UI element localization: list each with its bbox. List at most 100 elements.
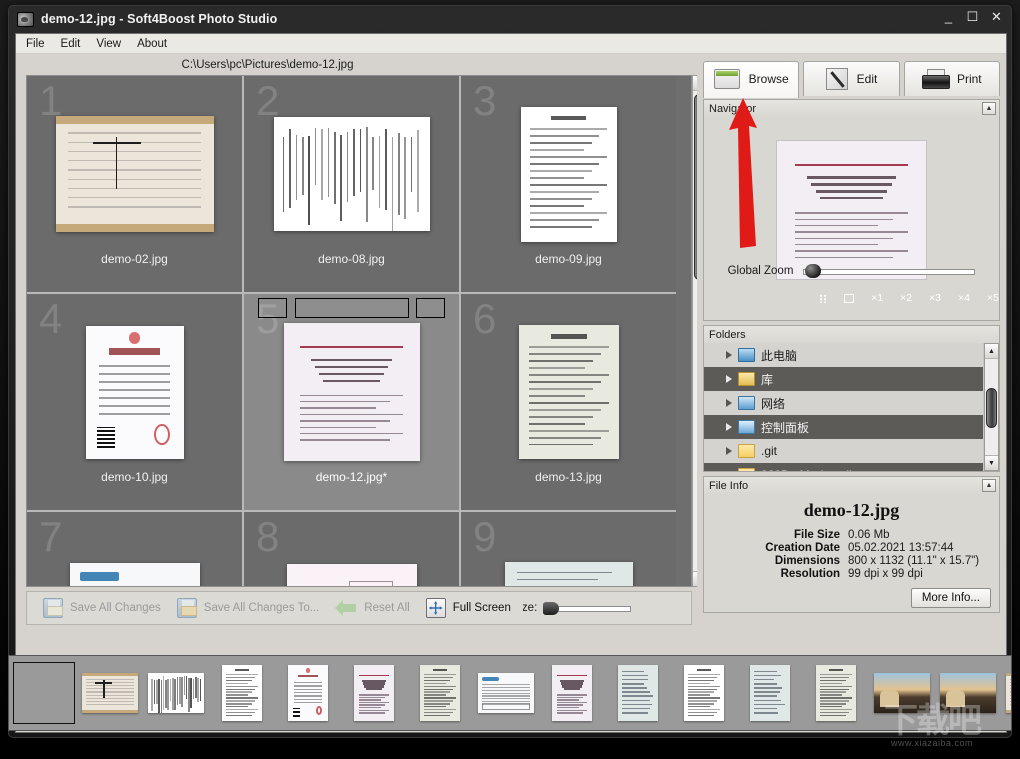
thumbnail-cell[interactable]: 7demo-14.jpg [27,512,242,587]
thumbnail-preview[interactable] [86,326,184,459]
filmstrip-thumbnail[interactable] [82,673,138,713]
tab-print[interactable]: Print [904,61,1000,96]
filmstrip[interactable] [8,655,1012,731]
filmstrip-thumbnail[interactable] [478,673,534,713]
filmstrip-thumbnail[interactable] [552,665,592,721]
navigator-collapse-icon[interactable]: ▲ [982,102,996,115]
thumbnail-preview[interactable] [274,117,430,231]
filmstrip-item[interactable] [211,662,273,724]
thumbnail-preview[interactable] [505,562,633,587]
zoom-x3-button[interactable]: ×3 [929,292,941,304]
filmstrip-item[interactable] [475,662,537,724]
thumbnail-cell[interactable]: 3 demo-09.jpg [461,76,676,292]
filmstrip-item[interactable] [871,662,933,724]
file-info-collapse-icon[interactable]: ▲ [982,479,996,492]
expand-arrow-icon[interactable] [726,351,732,359]
save-all-changes-button[interactable]: Save All Changes [35,594,169,622]
filmstrip-item[interactable] [673,662,735,724]
thumbnail-cell[interactable]: 8demo-15.jpg [244,512,459,587]
maximize-button[interactable]: ☐ [966,10,979,23]
thumbnail-preview[interactable] [70,563,200,588]
global-zoom-slider[interactable] [803,264,975,278]
filmstrip-thumbnail[interactable] [750,665,790,721]
minimize-button[interactable]: _ [942,10,955,23]
filmstrip-item[interactable] [409,662,471,724]
expand-arrow-icon[interactable] [726,447,732,455]
filmstrip-thumbnail[interactable] [618,665,658,721]
folder-tree-row[interactable]: 此电脑 [704,343,983,367]
folders-scroll-up-icon[interactable]: ▲ [985,344,998,359]
folders-scrollbar-thumb[interactable] [986,388,997,428]
filmstrip-thumbnail[interactable] [874,673,930,713]
reset-all-button[interactable]: Reset All [327,594,417,622]
folder-tree-row[interactable]: 库 [704,367,983,391]
folder-tree-row[interactable]: 控制面板 [704,415,983,439]
save-all-changes-to-button[interactable]: Save All Changes To... [169,594,328,622]
thumbnail-cell[interactable]: 1 demo-02.jpg [27,76,242,292]
zoom-x5-button[interactable]: ×5 [987,292,999,304]
navigator-preview[interactable] [776,140,927,280]
filmstrip-item[interactable] [13,662,75,724]
filmstrip-item[interactable] [739,662,801,724]
folder-tree-row[interactable]: .git [704,439,983,463]
fit-icon[interactable] [844,294,854,303]
thumbnail-preview[interactable] [56,116,214,232]
expand-arrow-icon[interactable] [726,375,732,383]
filmstrip-thumbnail[interactable] [1006,673,1012,713]
thumbnail-preview[interactable] [284,323,420,461]
folders-scroll-down-icon[interactable]: ▼ [985,455,998,470]
zoom-slider-knob[interactable] [805,264,821,278]
filmstrip-thumbnail[interactable] [816,665,856,721]
filmstrip-item[interactable] [79,662,141,724]
grid-icon[interactable] [819,294,827,303]
zoom-x2-button[interactable]: ×2 [900,292,912,304]
folder-tree-row[interactable]: 360DrvMgrInstaller_net [704,463,983,471]
filmstrip-thumbnail[interactable] [940,673,996,713]
rename-right-box[interactable] [416,298,445,318]
thumbnail-preview[interactable] [287,564,417,587]
folder-tree-row[interactable]: 网络 [704,391,983,415]
filmstrip-item[interactable] [145,662,207,724]
filmstrip-thumbnail[interactable] [684,665,724,721]
thumbnail-cell[interactable]: 5 demo-12.jpg* [244,294,459,510]
filmstrip-thumbnail[interactable] [420,665,460,721]
menu-file[interactable]: File [26,38,45,50]
tab-edit[interactable]: Edit [803,61,899,96]
filmstrip-item[interactable] [937,662,999,724]
thumbnail-size-slider[interactable] [543,602,631,615]
filmstrip-item[interactable] [541,662,603,724]
global-zoom-row: Global Zoom [704,264,999,278]
full-screen-label: Full Screen [453,602,511,614]
zoom-x4-button[interactable]: ×4 [958,292,970,304]
menu-edit[interactable]: Edit [61,38,81,50]
more-info-button[interactable]: More Info... [911,588,991,608]
thumbnail-cell[interactable]: 2 demo-08.jpg [244,76,459,292]
close-button[interactable]: ✕ [990,10,1003,23]
filmstrip-thumbnail[interactable] [148,673,204,713]
rename-overlay[interactable] [244,298,459,318]
thumbnail-cell[interactable]: 4 demo-10.jpg [27,294,242,510]
folders-scrollbar[interactable]: ▲ ▼ [984,343,999,471]
filmstrip-thumbnail[interactable] [354,665,394,721]
menu-view[interactable]: View [96,38,121,50]
filmstrip-item[interactable] [607,662,669,724]
slider-knob[interactable] [543,602,559,615]
thumbnail-cell[interactable]: 6 demo-13.jpg [461,294,676,510]
tab-browse[interactable]: Browse [703,61,799,98]
filmstrip-item[interactable] [1003,662,1012,724]
expand-arrow-icon[interactable] [726,399,732,407]
filmstrip-item[interactable] [277,662,339,724]
filmstrip-thumbnail[interactable] [222,665,262,721]
thumbnail-preview[interactable] [521,107,617,242]
thumbnail-cell[interactable]: 9demo-16.jpg [461,512,676,587]
zoom-x1-button[interactable]: ×1 [871,292,883,304]
menu-about[interactable]: About [137,38,167,50]
thumbnail-preview[interactable] [519,325,619,459]
filmstrip-item[interactable] [343,662,405,724]
filmstrip-item[interactable] [805,662,867,724]
rename-left-box[interactable] [258,298,287,318]
expand-arrow-icon[interactable] [726,423,732,431]
full-screen-button[interactable]: Full Screen [418,594,519,622]
filmstrip-thumbnail[interactable] [288,665,328,721]
rename-input[interactable] [295,298,409,318]
